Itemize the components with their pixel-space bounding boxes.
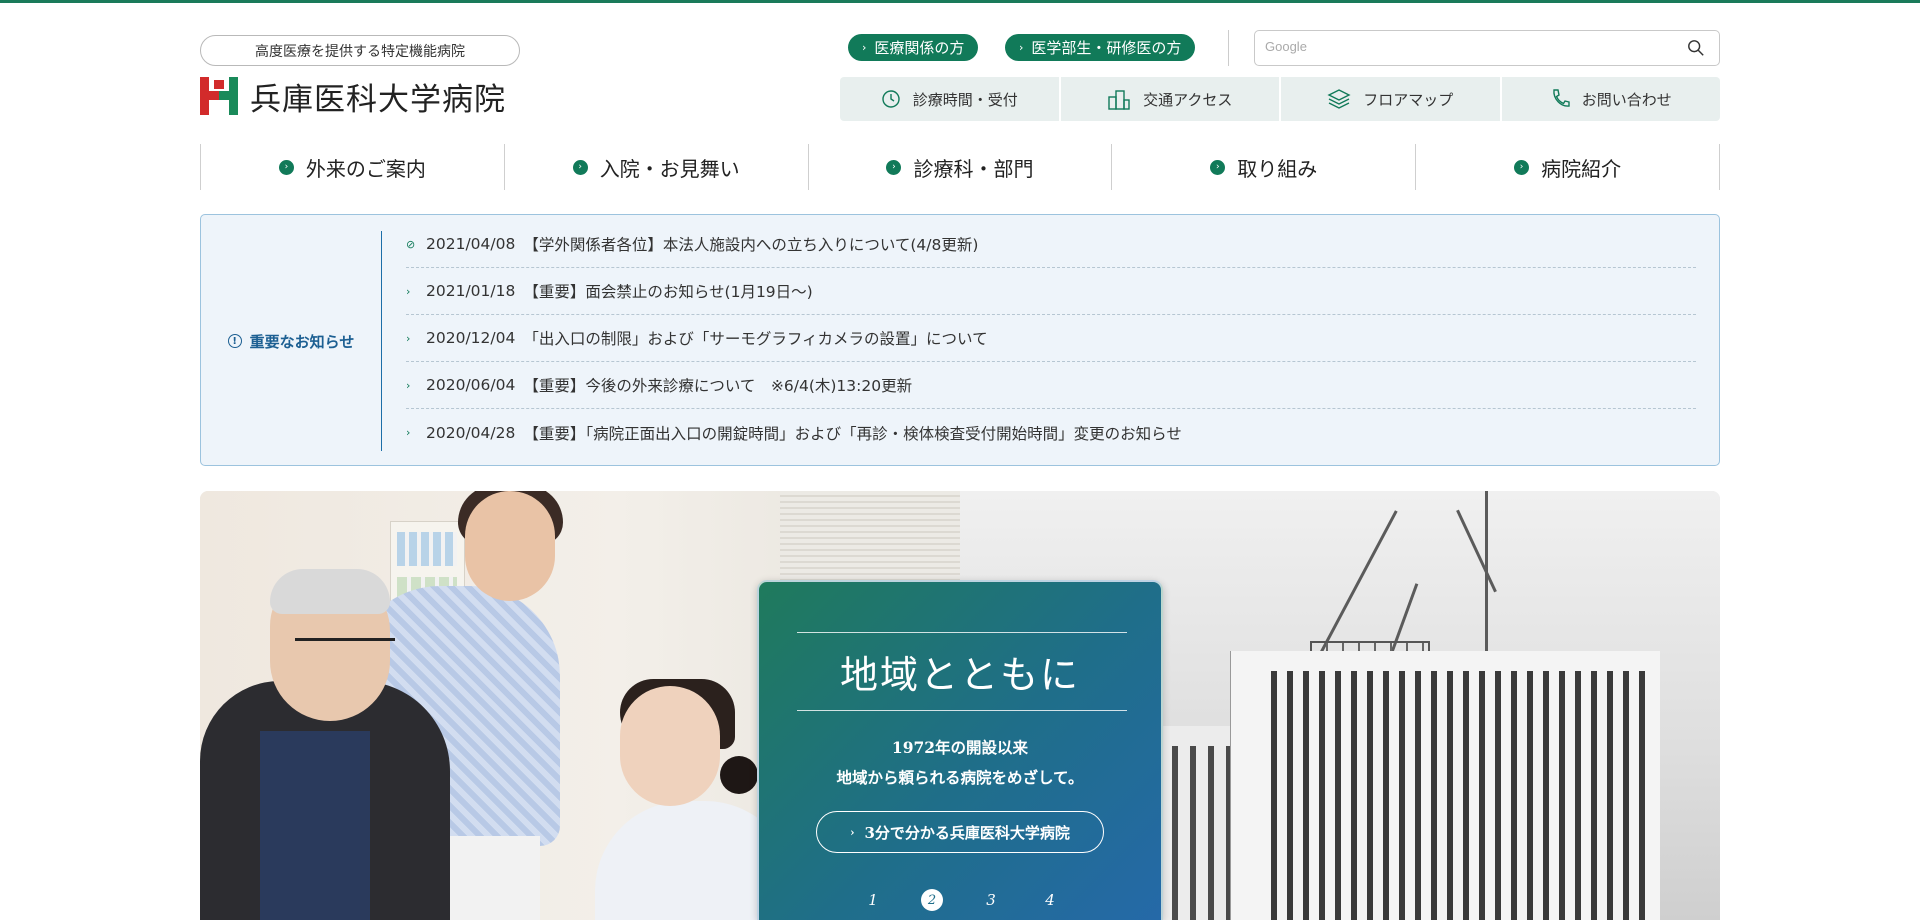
- notice-date: 2020/06/04: [426, 376, 516, 394]
- chevron-right-circle-icon: ›: [572, 159, 588, 175]
- chevron-right-icon: ›: [862, 41, 867, 54]
- chevron-right-icon: ›: [406, 331, 411, 345]
- hero-subtitle-2: 地域から頼られる病院をめざして。: [836, 768, 1084, 787]
- hero-cta-label: 3分で分かる兵庫医科大学病院: [864, 823, 1070, 842]
- nav-inpatient[interactable]: › 入院・お見舞い: [505, 144, 809, 190]
- hospital-logo[interactable]: 兵庫医科大学病院: [200, 76, 506, 118]
- hero-message-card: 地域とともに 1972年の開設以来 地域から頼られる病院をめざして。 › 3分で…: [757, 580, 1163, 920]
- notice-item[interactable]: ⊘ 2021/04/08 【学外関係者各位】本法人施設内への立ち入りについて(4…: [406, 221, 1696, 268]
- slider-page-4[interactable]: 4: [1037, 887, 1063, 913]
- notice-item[interactable]: › 2021/01/18 【重要】面会禁止のお知らせ(1月19日～): [406, 268, 1696, 315]
- search-icon[interactable]: [1687, 39, 1705, 57]
- hospital-tagline: 高度医療を提供する特定機能病院: [200, 35, 520, 66]
- logo-text: 兵庫医科大学病院: [250, 81, 506, 118]
- utility-hours-label: 診療時間・受付: [912, 90, 1018, 109]
- nav-departments-label: 診療科・部門: [913, 156, 1034, 181]
- utility-contact-link[interactable]: お問い合わせ: [1502, 77, 1721, 121]
- chevron-right-icon: ›: [850, 825, 855, 839]
- notice-text[interactable]: 【重要】面会禁止のお知らせ(1月19日～): [523, 280, 812, 302]
- chevron-right-circle-icon: ›: [886, 159, 902, 175]
- notices-heading: ! 重要なお知らせ: [201, 231, 382, 451]
- notice-item[interactable]: › 2020/04/28 【重要】「病院正面出入口の開錠時間」および「再診・検体…: [406, 409, 1696, 456]
- chevron-right-icon: ›: [1019, 41, 1024, 54]
- notice-date: 2020/12/04: [426, 329, 516, 347]
- nav-inpatient-label: 入院・お見舞い: [599, 156, 740, 181]
- chevron-right-circle-icon: ›: [1514, 159, 1530, 175]
- utility-bar: 診療時間・受付 交通アクセス フロアマップ お問い合わせ: [840, 77, 1720, 121]
- building-icon: [1108, 90, 1130, 110]
- chevron-right-circle-icon: ›: [1210, 159, 1226, 175]
- notice-text[interactable]: 「出入口の制限」および「サーモグラフィカメラの設置」について: [523, 327, 987, 349]
- hero-subtitle-1: 1972年の開設以来: [891, 738, 1029, 757]
- students-residents-label: 医学部生・研修医の方: [1031, 39, 1182, 57]
- chevron-right-circle-icon: ›: [278, 159, 294, 175]
- notices-list: ⊘ 2021/04/08 【学外関係者各位】本法人施設内への立ち入りについて(4…: [406, 221, 1696, 456]
- medical-professionals-label: 医療関係の方: [874, 39, 965, 57]
- nav-outpatient-label: 外来のご案内: [305, 156, 426, 181]
- utility-access-label: 交通アクセス: [1143, 90, 1233, 109]
- slider-page-3[interactable]: 3: [978, 887, 1004, 913]
- chevron-right-icon: ›: [406, 426, 411, 439]
- search-input[interactable]: [1265, 39, 1665, 54]
- utility-access-link[interactable]: 交通アクセス: [1061, 77, 1281, 121]
- main-navigation: › 外来のご案内 › 入院・お見舞い › 診療科・部門 › 取り組み › 病院紹…: [200, 144, 1720, 190]
- info-icon: !: [227, 334, 242, 348]
- chevron-right-icon: ›: [406, 284, 411, 298]
- clock-icon: [882, 90, 900, 108]
- phone-icon: [1553, 89, 1570, 107]
- utility-contact-label: お問い合わせ: [1581, 90, 1672, 109]
- chevron-right-icon: ›: [406, 378, 411, 392]
- medical-professionals-button[interactable]: › 医療関係の方: [848, 34, 979, 61]
- utility-floormap-label: フロアマップ: [1363, 90, 1454, 109]
- notice-date: 2020/04/28: [426, 423, 516, 442]
- link-icon: ⊘: [406, 237, 416, 251]
- slider-page-2[interactable]: 2: [921, 889, 943, 911]
- slider-page-1[interactable]: 1: [860, 887, 886, 913]
- notice-text[interactable]: 【重要】今後の外来診療について ※6/4(木)13:20更新: [523, 374, 912, 396]
- hero-title: 地域とともに: [839, 653, 1080, 697]
- notice-text[interactable]: 【重要】「病院正面出入口の開錠時間」および「再診・検体検査受付開始時間」変更のお…: [523, 422, 1181, 444]
- search-box[interactable]: [1254, 30, 1720, 66]
- top-accent-line: [0, 0, 1920, 3]
- title-rule-bottom: [797, 710, 1127, 711]
- notices-heading-label: 重要なお知らせ: [249, 332, 355, 351]
- notice-date: 2021/04/08: [426, 235, 516, 253]
- nav-initiatives-label: 取り組み: [1237, 156, 1318, 181]
- notice-item[interactable]: › 2020/12/04 「出入口の制限」および「サーモグラフィカメラの設置」に…: [406, 315, 1696, 362]
- nav-departments[interactable]: › 診療科・部門: [809, 144, 1113, 190]
- header-divider: [1228, 30, 1229, 66]
- important-notices-panel: ! 重要なお知らせ ⊘ 2021/04/08 【学外関係者各位】本法人施設内への…: [200, 214, 1720, 466]
- utility-hours-link[interactable]: 診療時間・受付: [840, 77, 1061, 121]
- nav-about-label: 病院紹介: [1541, 156, 1622, 181]
- logo-mark-icon: [200, 77, 238, 115]
- nav-initiatives[interactable]: › 取り組み: [1112, 144, 1417, 190]
- nav-about[interactable]: › 病院紹介: [1416, 144, 1720, 190]
- notice-date: 2021/01/18: [426, 282, 516, 300]
- utility-floormap-link[interactable]: フロアマップ: [1281, 77, 1502, 121]
- students-residents-button[interactable]: › 医学部生・研修医の方: [1005, 34, 1196, 61]
- notice-text[interactable]: 【学外関係者各位】本法人施設内への立ち入りについて(4/8更新): [523, 233, 978, 255]
- title-rule-top: [797, 632, 1127, 633]
- notice-item[interactable]: › 2020/06/04 【重要】今後の外来診療について ※6/4(木)13:2…: [406, 362, 1696, 409]
- hero-cta-button[interactable]: › 3分で分かる兵庫医科大学病院: [816, 811, 1104, 853]
- nav-outpatient[interactable]: › 外来のご案内: [201, 144, 505, 190]
- layers-icon: [1327, 89, 1351, 109]
